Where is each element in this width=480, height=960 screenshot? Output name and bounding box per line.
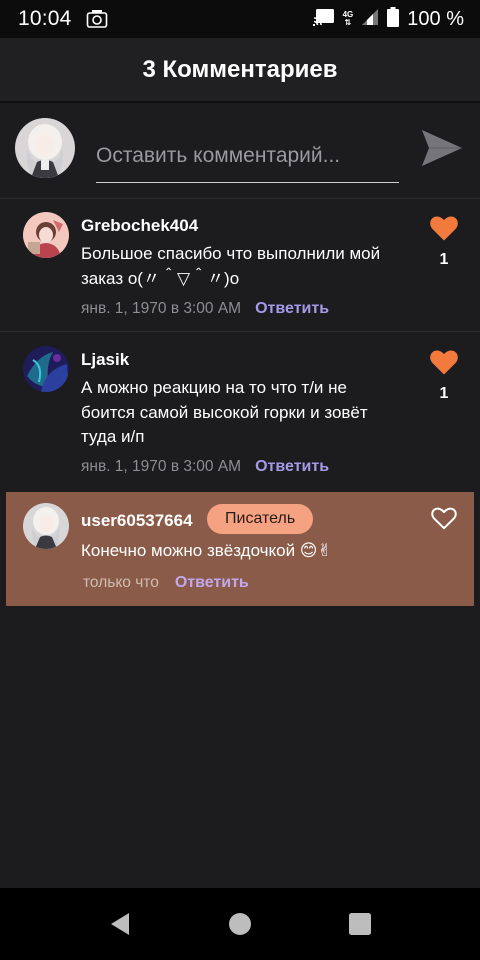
like-count: 1 [439,385,449,402]
comment-author[interactable]: user60537664 [81,511,193,531]
comment-item: Ljasik А можно реакцию на то что т/и не … [0,334,480,490]
network-type: 4G ⇅ [342,10,354,27]
reply-link[interactable]: Ответить [255,300,329,318]
system-nav-bar [0,888,480,960]
user-avatar[interactable] [23,212,69,258]
recents-button[interactable] [336,900,384,948]
user-avatar[interactable] [23,346,69,392]
recents-square-icon [349,913,371,935]
battery-percent: 100 % [407,7,464,30]
writer-badge: Писатель [207,504,314,534]
home-circle-icon [229,913,251,935]
comment-text: Конечно можно звёздочкой 😊✌ [81,541,332,560]
reply-link[interactable]: Ответить [175,574,249,592]
send-button[interactable] [420,126,464,170]
like-button[interactable] [424,507,464,530]
comment-author[interactable]: Ljasik [81,350,129,370]
notification-icon [86,9,108,29]
comment-text: А можно реакцию на то что т/и не боится … [81,378,368,446]
status-bar: 10:04 4G ⇅ 100 % [0,0,480,38]
comment-time: янв. 1, 1970 в 3:00 AM [81,458,242,475]
comment-compose [0,105,480,199]
heart-filled-icon [430,350,458,375]
comment-time: янв. 1, 1970 в 3:00 AM [81,300,242,317]
home-button[interactable] [216,900,264,948]
signal-icon [361,8,379,31]
comment-meta: янв. 1, 1970 в 3:00 AM Ответить [81,458,329,476]
comment-input[interactable] [96,129,399,183]
back-triangle-icon [111,913,129,935]
heart-outline-icon [431,507,457,530]
my-avatar[interactable] [15,118,75,178]
like-button[interactable]: 1 [424,350,464,403]
back-button[interactable] [96,900,144,948]
reply-link[interactable]: Ответить [255,458,329,476]
like-button[interactable]: 1 [424,216,464,269]
comment-item-own: user60537664 Писатель Конечно можно звёз… [6,492,474,606]
like-count: 1 [439,251,449,268]
status-time: 10:04 [18,7,72,30]
user-avatar[interactable] [23,503,69,549]
comment-meta: только что Ответить [83,574,249,592]
page-title: 3 Комментариев [142,55,338,83]
heart-filled-icon [430,216,458,241]
comment-author[interactable]: Grebochek404 [81,216,198,236]
comment-item: Grebochek404 Большое спасибо что выполни… [0,200,480,332]
comment-text: Большое спасибо что выполнили мой заказ … [81,244,381,288]
comment-time: только что [83,574,159,591]
cast-icon [312,8,335,31]
header: 3 Комментариев [0,38,480,103]
comment-meta: янв. 1, 1970 в 3:00 AM Ответить [81,300,329,318]
battery-icon [387,6,400,32]
